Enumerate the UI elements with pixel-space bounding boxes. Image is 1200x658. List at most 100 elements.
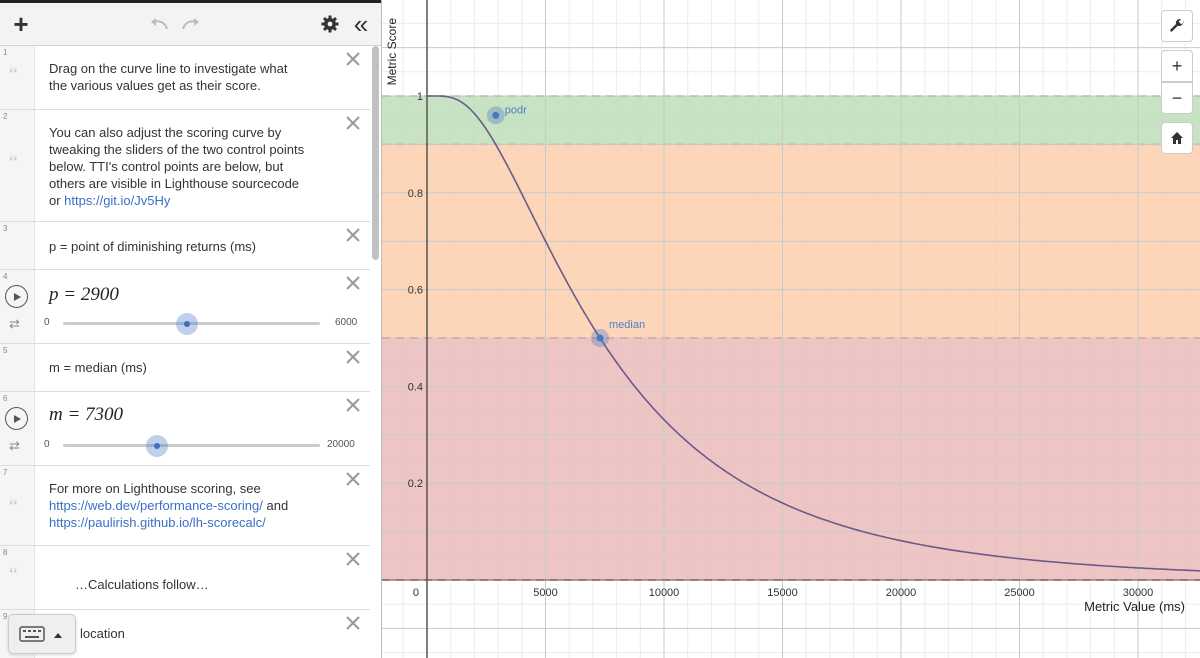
gear-icon [321,15,339,33]
close-icon[interactable] [344,550,362,568]
caret-up-icon [54,633,62,638]
expression-item[interactable]: 6 ⇄ m = 7300 0 20000 [0,392,370,466]
item-number: 1 [3,48,8,57]
note-quote-icon: “ [9,64,18,86]
slider-expression[interactable]: p = 2900 [49,284,119,306]
close-icon[interactable] [344,114,362,132]
note-line: location [80,626,125,641]
expression-item[interactable]: 7 “ For more on Lighthouse scoring, see h… [0,466,370,546]
note-text[interactable]: location [80,625,330,642]
x-tick-label: 15000 [767,587,798,599]
close-icon[interactable] [344,226,362,244]
point-median [596,334,604,342]
plus-icon: + [13,8,29,39]
note-line: others are visible in Lighthouse sourcec… [49,176,300,191]
item-gutter: 8 “ [0,546,35,609]
item-number: 9 [3,612,8,621]
note-line: m = median (ms) [49,360,147,375]
loop-icon[interactable]: ⇄ [9,316,20,332]
x-tick-label: 25000 [1004,587,1035,599]
expression-item[interactable]: 3 p = point of diminishing returns (ms) [0,222,370,270]
performance-scoring-link[interactable]: https://web.dev/performance-scoring/ [49,498,263,513]
link-join: and [262,498,289,513]
y-tick-label: 0.6 [408,285,423,297]
point-podr [492,111,500,119]
slider-expression[interactable]: m = 7300 [49,404,123,426]
expression-item[interactable]: 5 m = median (ms) [0,344,370,392]
x-tick-label: 10000 [649,587,680,599]
expression-item[interactable]: 2 “ You can also adjust the scoring curve… [0,110,370,222]
note-text[interactable]: m = median (ms) [49,359,330,376]
settings-button[interactable] [318,9,342,39]
play-slider-button[interactable] [5,407,28,430]
close-icon[interactable] [344,396,362,414]
home-icon [1171,132,1183,144]
zoom-in-button[interactable]: + [1161,50,1193,82]
close-icon[interactable] [344,614,362,632]
slider-track[interactable] [63,444,320,447]
play-slider-button[interactable] [5,285,28,308]
expression-item[interactable]: 1 “ Drag on the curve line to investigate… [0,46,370,110]
redo-icon [182,18,199,30]
collapse-panel-button[interactable]: « [348,9,374,39]
keyboard-icon [19,626,45,642]
note-text[interactable]: Drag on the curve line to investigate wh… [49,60,330,94]
expression-toolbar: + « [0,0,381,46]
desmos-calculator: + « 1 “ Drag on the curve line to investi… [0,0,1200,658]
link-prefix: or [49,193,65,208]
item-number: 3 [3,224,8,233]
point-label: median [609,319,645,331]
default-viewport-button[interactable] [1161,122,1193,154]
graph-settings-button[interactable] [1161,10,1193,42]
note-text[interactable]: p = point of diminishing returns (ms) [49,238,330,255]
point-label: podr [505,104,527,116]
add-item-button[interactable]: + [8,9,34,39]
y-tick-label: 0.8 [408,188,423,200]
note-line: …Calculations follow… [75,577,209,592]
close-icon[interactable] [344,50,362,68]
undo-icon [151,18,168,30]
y-tick-label: 0.4 [408,381,423,393]
note-quote-icon: “ [9,152,18,174]
redo-button[interactable] [178,9,204,39]
close-icon[interactable] [344,274,362,292]
slider-max[interactable]: 20000 [327,439,355,450]
note-text[interactable]: …Calculations follow… [75,576,330,593]
close-icon[interactable] [344,470,362,488]
expression-item[interactable]: 8 “ …Calculations follow… [0,546,370,610]
note-text[interactable]: You can also adjust the scoring curve by… [49,124,330,209]
note-line: You can also adjust the scoring curve by [49,125,282,140]
note-line: For more on Lighthouse scoring, see [49,481,261,496]
y-axis-label: Metric Score [385,18,399,86]
expression-item[interactable]: 4 ⇄ p = 2900 0 6000 [0,270,370,344]
slider-min[interactable]: 0 [44,439,50,450]
expression-list-scrollbar[interactable] [372,46,379,260]
note-text[interactable]: For more on Lighthouse scoring, see http… [49,480,330,531]
wrench-icon [1170,19,1184,32]
slider-max[interactable]: 6000 [335,317,357,328]
keypad-toggle-button[interactable] [8,614,76,654]
scorecalc-link[interactable]: https://paulirish.github.io/lh-scorecalc… [49,515,266,530]
item-gutter: 2 “ [0,110,35,221]
zoom-out-button[interactable]: − [1161,82,1193,114]
graph-paper[interactable]: 0 5000 10000 15000 20000 25000 30000 0.2 0.4 0.6 0… [382,0,1200,658]
note-line: https://web.dev/performance-scoring/ and [49,497,330,514]
minus-icon: − [1171,87,1183,108]
undo-button[interactable] [146,9,172,39]
item-gutter: 7 “ [0,466,35,545]
item-gutter: 6 ⇄ [0,392,35,465]
double-chevron-left-icon: « [353,8,369,39]
sourcecode-link[interactable]: https://git.io/Jv5Hy [64,193,170,208]
loop-icon[interactable]: ⇄ [9,438,20,454]
note-quote-icon: “ [9,496,18,518]
item-number: 5 [3,346,8,355]
x-tick-label: 5000 [533,587,557,599]
slider-min[interactable]: 0 [44,317,50,328]
slider-thumb[interactable] [176,313,199,335]
item-gutter: 4 ⇄ [0,270,35,343]
note-line: below. TTI's control points are below, b… [49,159,284,174]
slider-thumb[interactable] [145,435,168,457]
item-number: 6 [3,394,8,403]
close-icon[interactable] [344,348,362,366]
item-gutter: 1 “ [0,46,35,109]
